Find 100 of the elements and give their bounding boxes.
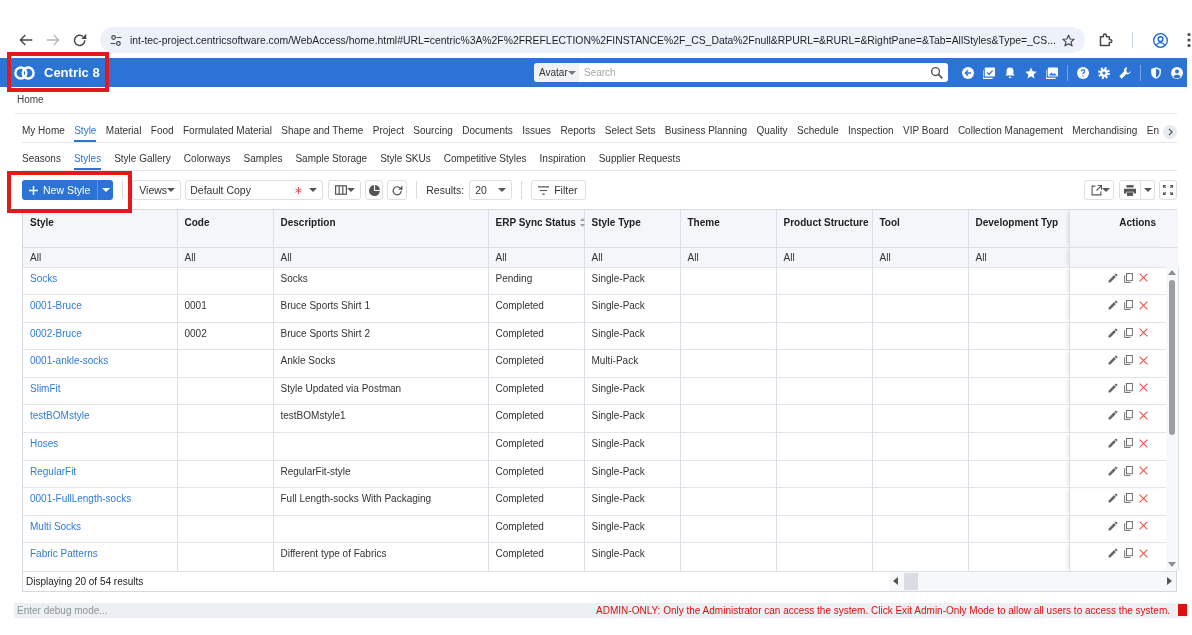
copy-icon[interactable] bbox=[1124, 493, 1133, 504]
copy-icon[interactable] bbox=[1124, 300, 1133, 311]
filter-field[interactable]: All bbox=[280, 251, 292, 263]
tab[interactable]: Food bbox=[150, 121, 174, 142]
export-button[interactable] bbox=[1084, 180, 1114, 200]
delete-icon[interactable] bbox=[1139, 300, 1148, 310]
vertical-scrollbar[interactable] bbox=[1166, 267, 1178, 570]
tab[interactable]: VIP Board bbox=[903, 121, 949, 142]
filter-field[interactable]: All bbox=[30, 251, 42, 263]
tab[interactable]: Inspiration bbox=[539, 149, 586, 170]
debug-input[interactable]: Enter debug mode... bbox=[14, 604, 260, 616]
tab[interactable]: Competitive Styles bbox=[443, 149, 527, 170]
column-header[interactable]: Code bbox=[184, 217, 210, 228]
tab[interactable]: En bbox=[1146, 121, 1159, 142]
bell-icon[interactable] bbox=[1004, 66, 1016, 79]
edit-icon[interactable] bbox=[1108, 382, 1118, 393]
edit-icon[interactable] bbox=[1108, 520, 1118, 531]
filter-field[interactable]: All bbox=[783, 251, 795, 263]
edit-icon[interactable] bbox=[1108, 465, 1118, 476]
tab[interactable]: Sourcing bbox=[413, 121, 453, 142]
filter-field[interactable]: All bbox=[687, 251, 699, 263]
delete-icon[interactable] bbox=[1139, 438, 1148, 448]
tab[interactable]: Business Planning bbox=[664, 121, 748, 142]
checklist-icon[interactable] bbox=[983, 66, 995, 79]
shield-icon[interactable] bbox=[1150, 66, 1162, 79]
tab[interactable]: Formulated Material bbox=[182, 121, 272, 142]
tab[interactable]: Style bbox=[74, 121, 97, 142]
filter-field[interactable]: All bbox=[184, 251, 196, 263]
copy-icon[interactable] bbox=[1124, 382, 1133, 393]
delete-icon[interactable] bbox=[1139, 273, 1148, 282]
scroll-right-icon[interactable] bbox=[1163, 124, 1177, 139]
style-link[interactable]: SlimFit bbox=[30, 382, 61, 394]
filter-field[interactable]: All bbox=[591, 251, 603, 263]
back-circle-icon[interactable] bbox=[962, 66, 974, 79]
tab[interactable]: Colorways bbox=[183, 149, 231, 170]
breadcrumb[interactable]: Home bbox=[17, 93, 44, 107]
tab[interactable]: My Home bbox=[22, 121, 65, 142]
search-scope-dropdown[interactable]: Avatar bbox=[534, 63, 579, 82]
view-select[interactable]: Default Copy bbox=[185, 180, 324, 200]
copy-icon[interactable] bbox=[1124, 520, 1133, 531]
edit-icon[interactable] bbox=[1108, 410, 1118, 421]
column-header[interactable]: Style bbox=[30, 217, 54, 228]
tab[interactable]: Issues bbox=[522, 121, 552, 142]
tab[interactable]: Reports bbox=[560, 121, 596, 142]
style-link[interactable]: 0001-Bruce bbox=[30, 300, 82, 312]
filter-field[interactable]: All bbox=[495, 251, 507, 263]
star-icon[interactable] bbox=[1025, 66, 1037, 79]
tab[interactable]: Shape and Theme bbox=[281, 121, 364, 142]
tab[interactable]: Inspection bbox=[848, 121, 894, 142]
delete-icon[interactable] bbox=[1139, 548, 1148, 558]
back-arrow-icon[interactable] bbox=[19, 33, 33, 47]
style-link[interactable]: Multi Socks bbox=[30, 520, 82, 532]
fullscreen-button[interactable] bbox=[1159, 180, 1177, 200]
column-header[interactable]: Description bbox=[280, 217, 336, 228]
views-dropdown[interactable]: Views bbox=[132, 180, 182, 200]
chart-button[interactable] bbox=[365, 180, 384, 200]
bookmark-star-icon[interactable] bbox=[1061, 33, 1075, 47]
site-settings-icon[interactable] bbox=[110, 34, 122, 46]
print-button[interactable] bbox=[1119, 180, 1141, 200]
settings-icon[interactable] bbox=[1098, 66, 1110, 79]
tab[interactable]: Quality bbox=[756, 121, 788, 142]
delete-icon[interactable] bbox=[1139, 521, 1148, 531]
tab[interactable]: Samples bbox=[243, 149, 283, 170]
tab[interactable]: Material bbox=[105, 121, 142, 142]
menu-icon[interactable] bbox=[1187, 33, 1191, 47]
style-link[interactable]: RegularFit bbox=[30, 465, 77, 477]
delete-icon[interactable] bbox=[1139, 328, 1148, 338]
tab[interactable]: Collection Management bbox=[957, 121, 1063, 142]
copy-icon[interactable] bbox=[1124, 355, 1133, 366]
delete-icon[interactable] bbox=[1139, 383, 1148, 393]
copy-icon[interactable] bbox=[1124, 438, 1133, 449]
style-link[interactable]: testBOMstyle bbox=[30, 410, 90, 422]
style-link[interactable]: 0001-ankle-socks bbox=[30, 355, 109, 367]
filter-field[interactable]: All bbox=[975, 251, 987, 263]
tab[interactable]: Style SKUs bbox=[380, 149, 431, 170]
new-style-button[interactable]: New Style bbox=[22, 180, 98, 200]
style-link[interactable]: Hoses bbox=[30, 438, 59, 450]
tab[interactable]: Style Gallery bbox=[114, 149, 171, 170]
column-header[interactable]: Theme bbox=[687, 217, 720, 228]
delete-icon[interactable] bbox=[1139, 355, 1148, 365]
copy-icon[interactable] bbox=[1124, 465, 1133, 476]
wrench-icon[interactable] bbox=[1119, 66, 1131, 79]
print-options-button[interactable] bbox=[1141, 180, 1155, 200]
dropdown-button[interactable] bbox=[97, 180, 114, 200]
column-header[interactable]: Tool bbox=[879, 217, 900, 228]
delete-icon[interactable] bbox=[1139, 466, 1148, 476]
tab[interactable]: Supplier Requests bbox=[598, 149, 681, 170]
tab[interactable]: Styles bbox=[73, 149, 102, 170]
edit-icon[interactable] bbox=[1108, 548, 1118, 559]
tab[interactable]: Seasons bbox=[22, 149, 61, 170]
tab[interactable]: Select Sets bbox=[604, 121, 656, 142]
edit-icon[interactable] bbox=[1108, 355, 1118, 366]
columns-button[interactable] bbox=[328, 180, 362, 200]
gallery-icon[interactable] bbox=[1046, 66, 1058, 79]
edit-icon[interactable] bbox=[1108, 300, 1118, 311]
tab[interactable]: Schedule bbox=[797, 121, 839, 142]
style-link[interactable]: Socks bbox=[30, 272, 58, 284]
delete-icon[interactable] bbox=[1139, 410, 1148, 420]
help-icon[interactable] bbox=[1077, 66, 1089, 79]
profile-icon[interactable] bbox=[1153, 32, 1168, 48]
